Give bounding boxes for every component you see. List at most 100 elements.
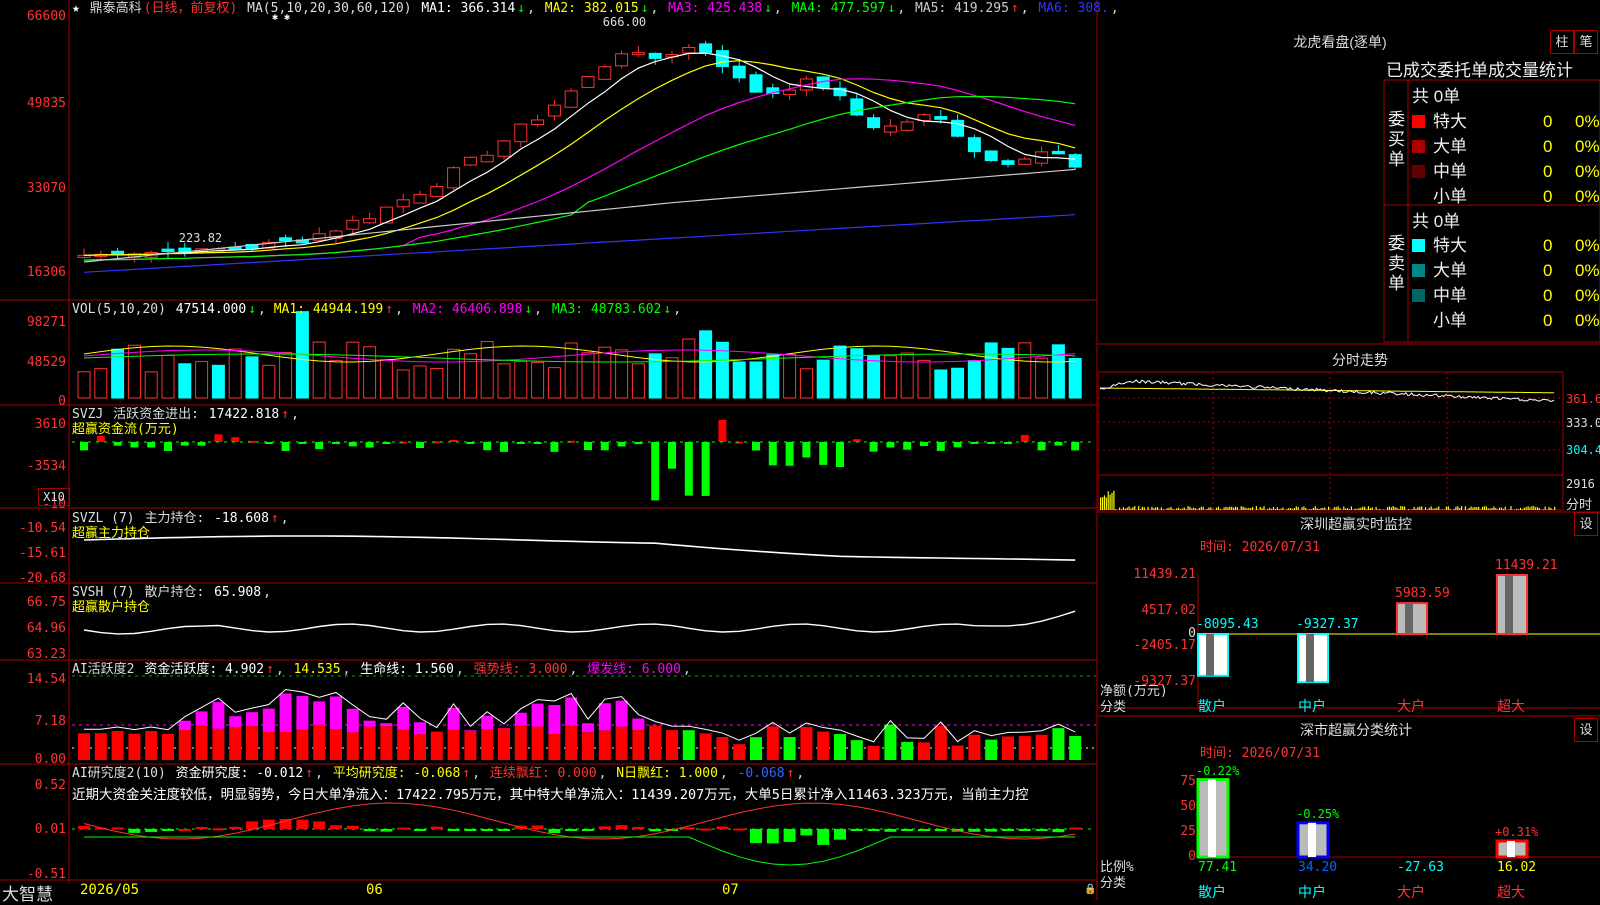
- intraday-vol-bar: [1548, 507, 1549, 510]
- ma-line: [84, 215, 1075, 273]
- intraday-vol-bar: [1355, 509, 1356, 510]
- intraday-vol-bar: [1395, 507, 1396, 510]
- classify-y-tick: 75: [1180, 774, 1196, 789]
- intraday-vol-bar: [1113, 491, 1114, 510]
- classify-bar: [1298, 823, 1328, 857]
- activity-bar: [162, 734, 174, 760]
- tick-view-button[interactable]: 笔: [1574, 30, 1598, 54]
- activity-bar: [229, 716, 241, 727]
- ma-legend-item: MA4: 477.597: [792, 1, 886, 16]
- research-bar: [212, 828, 224, 830]
- volume-bar: [548, 368, 560, 398]
- intraday-vol-bar: [1495, 508, 1496, 510]
- activity-bar: [330, 696, 342, 729]
- ma-legend-item: MA2: 382.015: [545, 1, 639, 16]
- intraday-vol-bar: [1552, 509, 1553, 510]
- monitor-cat-label: 分类: [1100, 696, 1126, 715]
- volume-bar: [952, 368, 964, 398]
- candle: [616, 54, 628, 66]
- row-value: 0: [1543, 187, 1575, 207]
- intraday-vol-bar: [1516, 509, 1517, 510]
- flow-bar: [802, 442, 810, 457]
- svsh-panel: [84, 611, 1075, 634]
- volume-bar: [532, 362, 544, 398]
- intraday-vol-bar: [1510, 506, 1511, 510]
- svzj-title: SVZJ: [72, 407, 103, 422]
- main-chart-area[interactable]: 666.00223.82 666004983533070163069827148…: [0, 0, 1098, 900]
- activity-bar: [599, 703, 611, 730]
- ai2-header: AI研究度2(10) 资金研究度: -0.012↑, 平均研究度: -0.068…: [72, 766, 808, 782]
- intraday-vol-bar: [1415, 509, 1416, 510]
- monitor-settings-button[interactable]: 设: [1574, 512, 1598, 536]
- intraday-vol-bar: [1123, 507, 1124, 510]
- classify-settings-button[interactable]: 设: [1574, 718, 1598, 742]
- y-tick-label: 63.23: [27, 647, 66, 662]
- volume-bar: [1019, 343, 1031, 398]
- flow-bar: [920, 442, 928, 446]
- intraday-vol-bar: [1537, 507, 1538, 510]
- monitor-value-label: 11439.21: [1495, 558, 1558, 573]
- monitor-y-tick: 11439.21: [1133, 567, 1196, 582]
- row-value: 0: [1543, 311, 1575, 331]
- legend-item: -0.068: [738, 766, 785, 781]
- sep: ,: [1021, 1, 1037, 16]
- classify-value-label: 16.02: [1497, 860, 1536, 875]
- volume-bar: [414, 366, 426, 398]
- research-bar: [229, 827, 241, 829]
- dragon-title: 龙虎看盘(逐单): [1260, 32, 1420, 52]
- intraday-vol-bar: [1448, 506, 1449, 510]
- intraday-vol-bar: [1520, 508, 1521, 510]
- volume-bar: [884, 356, 896, 398]
- ma-legend-item: MA5: 419.295: [915, 1, 1009, 16]
- arrow-icon: ↓: [888, 1, 896, 16]
- research-bar: [246, 821, 258, 829]
- volume-bar: [347, 342, 359, 398]
- intraday-vol-bar: [1212, 509, 1213, 510]
- flow-bar: [315, 442, 323, 449]
- star-icon[interactable]: ★: [72, 1, 80, 16]
- row-pct: 0%: [1575, 311, 1600, 330]
- flow-bar: [416, 442, 424, 448]
- activity-bar: [935, 726, 947, 760]
- volume-bar: [196, 362, 208, 398]
- svzj-header: SVZJ 活跃资金进出: 17422.818↑,: [72, 407, 299, 423]
- price-panel: 666.00223.82: [78, 15, 1081, 272]
- bar-view-button[interactable]: 柱: [1550, 30, 1574, 54]
- intraday-vol-bar: [1125, 509, 1126, 510]
- intraday-vol-bar: [1159, 509, 1160, 510]
- activity-bar: [632, 730, 644, 760]
- intraday-chart: [1098, 372, 1563, 510]
- candle: [935, 117, 947, 120]
- research-bar: [767, 829, 779, 843]
- y-tick-label: -20.68: [19, 571, 66, 586]
- intraday-vol-bar: [1167, 508, 1168, 510]
- intraday-vol-bar: [1353, 509, 1354, 510]
- x10-button[interactable]: X10: [38, 488, 70, 506]
- intraday-vol-bar: [1398, 509, 1399, 510]
- arrow-icon: ↑: [305, 766, 313, 781]
- research-bar: [599, 826, 611, 829]
- activity-bar: [498, 728, 510, 760]
- activity-bar: [582, 723, 594, 732]
- classify-time: 时间: 2026/07/31: [1200, 742, 1320, 761]
- volume-bar: [128, 345, 140, 398]
- sep: ,: [569, 662, 585, 677]
- intraday-vol-bar: [1182, 509, 1183, 510]
- arrow-icon: ↓: [663, 302, 671, 317]
- intraday-vol-bar: [1100, 497, 1101, 510]
- intraday-vol-bar: [1106, 497, 1107, 510]
- arrow-icon: ↑: [787, 766, 795, 781]
- activity-bar: [95, 733, 107, 760]
- candle: [481, 155, 493, 162]
- research-bar: [968, 829, 980, 832]
- y-tick-label: 0.01: [35, 822, 66, 837]
- flow-bar: [349, 442, 357, 446]
- intraday-vol-bar: [1421, 506, 1422, 510]
- intraday-vol-bar: [1368, 506, 1369, 510]
- volume-bar: [380, 359, 392, 398]
- ai2-title: AI研究度2(10): [72, 766, 166, 781]
- intraday-vol-bar: [1518, 509, 1519, 510]
- classify-cat-label: 分类: [1100, 872, 1126, 891]
- row-name: 小单: [1433, 306, 1543, 331]
- intraday-vol-bar: [1191, 508, 1192, 510]
